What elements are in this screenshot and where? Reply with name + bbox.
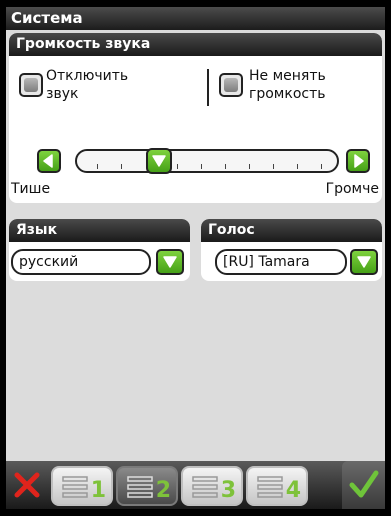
chevron-down-icon: [152, 155, 166, 167]
voice-select-value: [RU] Tamara: [223, 254, 310, 270]
tab-1[interactable]: 1: [51, 466, 113, 506]
louder-label: Громче: [325, 181, 379, 197]
tab-label: 4: [285, 478, 301, 503]
close-icon: [14, 472, 40, 498]
list-icon: [192, 476, 218, 498]
volume-up-button[interactable]: [346, 149, 370, 173]
cancel-button[interactable]: [8, 461, 48, 509]
volume-panel-title: Громкость звука: [9, 33, 382, 56]
arrow-right-icon: [354, 154, 364, 168]
list-icon: [62, 476, 88, 498]
voice-dropdown-button[interactable]: [350, 249, 378, 275]
mute-label-line2: звук: [46, 86, 79, 102]
chevron-down-icon: [357, 256, 371, 268]
arrow-left-icon: [43, 154, 53, 168]
language-select[interactable]: русский: [11, 249, 151, 275]
voice-panel: Голос [RU] Tamara: [201, 219, 382, 281]
chevron-down-icon: [163, 256, 177, 268]
volume-slider[interactable]: [75, 148, 339, 174]
ok-button[interactable]: [342, 461, 385, 509]
keep-volume-checkbox[interactable]: Не менять громкость: [219, 68, 379, 104]
voice-select[interactable]: [RU] Tamara: [215, 249, 347, 275]
tab-label: 3: [220, 478, 236, 503]
language-select-value: русский: [19, 254, 79, 270]
list-icon: [127, 476, 153, 498]
volume-down-button[interactable]: [37, 149, 61, 173]
quieter-label: Тише: [11, 181, 51, 197]
language-panel: Язык русский: [9, 219, 190, 281]
language-panel-title: Язык: [9, 219, 190, 242]
settings-window: Система Громкость звука Отключить звук Н…: [6, 7, 385, 509]
keep-volume-label-line1: Не менять: [249, 68, 326, 84]
voice-panel-title: Голос: [201, 219, 382, 242]
tab-label: 2: [155, 478, 171, 503]
volume-panel: Громкость звука Отключить звук Не менять…: [9, 33, 382, 203]
check-icon: [349, 470, 379, 498]
mute-label-line1: Отключить: [46, 68, 129, 84]
volume-slider-thumb[interactable]: [146, 148, 172, 174]
window-title: Система: [6, 7, 385, 30]
tab-4[interactable]: 4: [246, 466, 308, 506]
tab-2[interactable]: 2: [116, 466, 178, 506]
option-divider: [207, 69, 209, 106]
bottom-toolbar: 1 2 3 4: [6, 461, 385, 509]
tab-label: 1: [90, 478, 106, 503]
mute-checkbox[interactable]: Отключить звук: [19, 68, 189, 104]
keep-volume-label-line2: громкость: [249, 86, 326, 102]
keep-volume-checkbox-box[interactable]: [219, 73, 243, 97]
mute-checkbox-box[interactable]: [19, 73, 43, 97]
list-icon: [257, 476, 283, 498]
tab-3[interactable]: 3: [181, 466, 243, 506]
language-dropdown-button[interactable]: [156, 249, 184, 275]
